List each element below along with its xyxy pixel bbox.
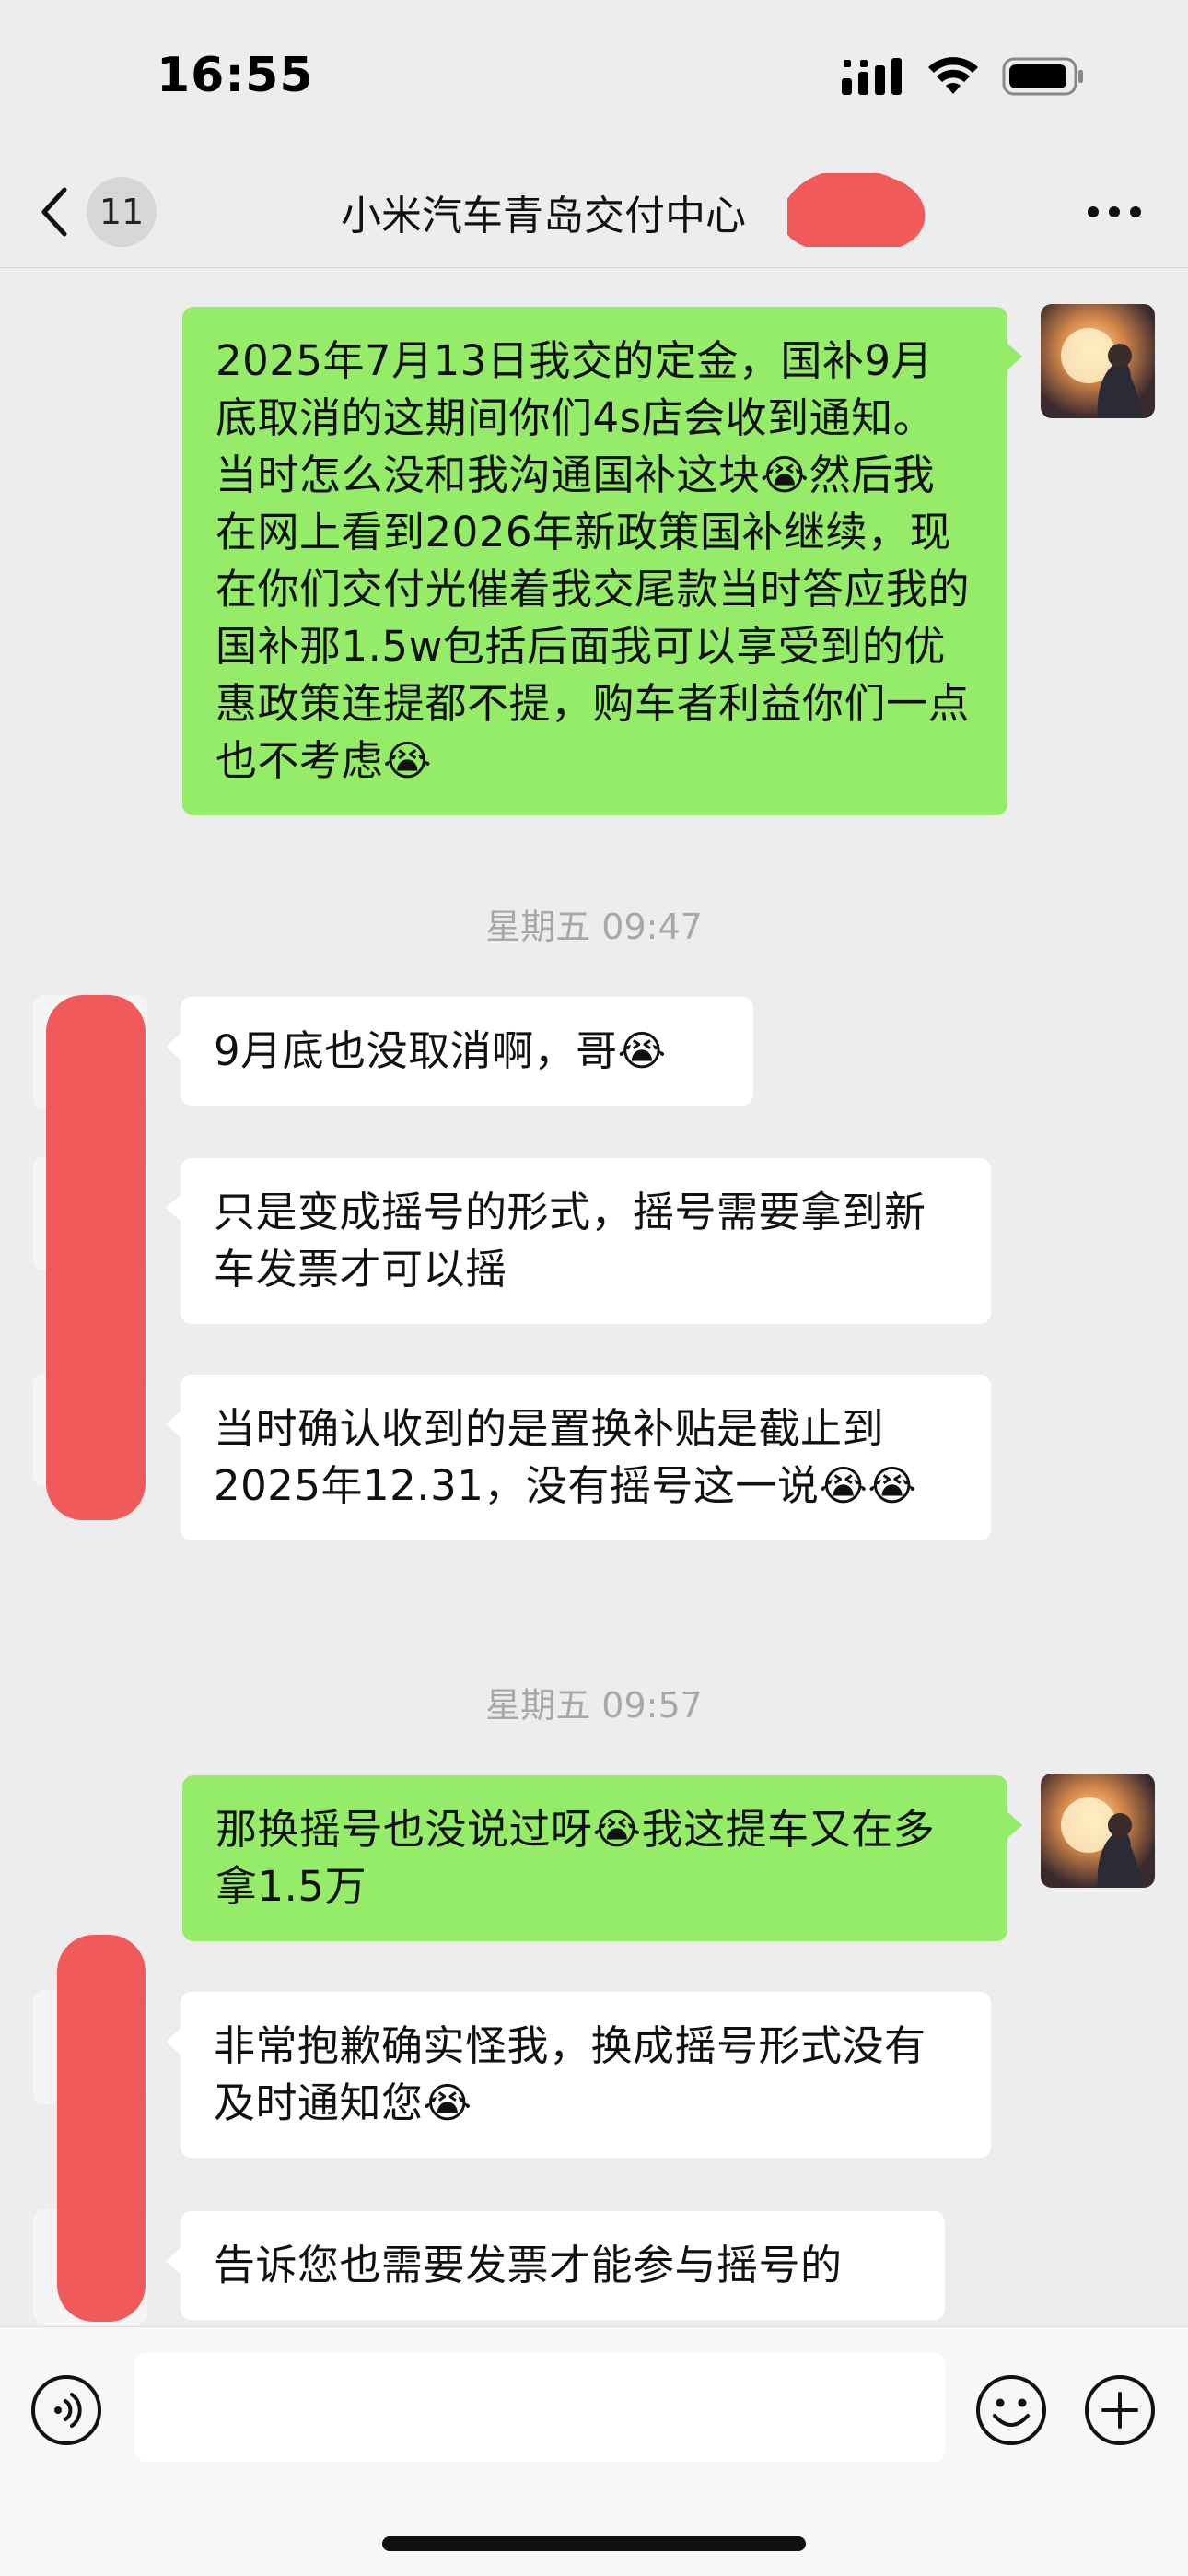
message-text: 非常抱歉确实怪我，换成摇号形式没有及时通知您😭: [214, 2021, 926, 2127]
message-text: 2025年7月13日我交的定金，国补9月底取消的这期间你们4s店会收到通知。当时…: [215, 336, 971, 785]
more-horizontal-icon: [1088, 206, 1141, 217]
status-icons: [842, 57, 1085, 96]
avatar-image: [1041, 1774, 1155, 1888]
chat-title: 小米汽车青岛交付中心: [341, 193, 746, 240]
input-bar: [0, 2326, 1188, 2576]
home-indicator: [382, 2536, 806, 2551]
status-time: 16:55: [157, 48, 314, 103]
message-text: 那换摇号也没说过呀😭我这提车又在多拿1.5万: [215, 1805, 936, 1911]
avatar-image: [1041, 304, 1155, 418]
message-text: 9月底也没取消啊，哥😭: [214, 1026, 667, 1075]
chat-header: 11 小米汽车青岛交付中心: [0, 157, 1188, 268]
emoji-button[interactable]: [974, 2373, 1048, 2447]
cellular-signal-icon: [842, 58, 902, 95]
message-bubble[interactable]: 2025年7月13日我交的定金，国补9月底取消的这期间你们4s店会收到通知。当时…: [182, 307, 1022, 815]
message-text: 告诉您也需要发票才能参与摇号的: [214, 2241, 843, 2289]
message-bubble[interactable]: 当时确认收到的是置换补贴是截止到2025年12.31，没有摇号这一说😭😭: [166, 1375, 991, 1540]
my-avatar[interactable]: [1041, 304, 1155, 418]
plus-icon: [1085, 2375, 1155, 2445]
chat-screen: 16:55 11 小米汽车青岛交付中心 2025年7月13日我交的定金，国补9月…: [0, 0, 1188, 2576]
timestamp: 星期五 09:57: [485, 1685, 703, 1726]
message-bubble[interactable]: 那换摇号也没说过呀😭我这提车又在多拿1.5万: [182, 1775, 1022, 1941]
emoji-icon: [976, 2375, 1046, 2445]
status-bar: 16:55: [0, 0, 1188, 157]
battery-icon: [1002, 57, 1083, 96]
voice-icon: [31, 2375, 101, 2445]
message-bubble[interactable]: 只是变成摇号的形式，摇号需要拿到新车发票才可以摇: [166, 1158, 991, 1324]
message-bubble[interactable]: 非常抱歉确实怪我，换成摇号形式没有及时通知您😭: [166, 1992, 991, 2158]
more-options-button[interactable]: [1077, 184, 1151, 240]
title-redaction-scribble: [787, 173, 926, 247]
more-actions-button[interactable]: [1083, 2373, 1157, 2447]
message-text: 只是变成摇号的形式，摇号需要拿到新车发票才可以摇: [214, 1188, 926, 1294]
my-avatar[interactable]: [1041, 1774, 1155, 1888]
message-bubble[interactable]: 9月底也没取消啊，哥😭: [166, 997, 753, 1106]
avatar-redaction-mark: [57, 1935, 146, 2322]
wifi-icon: [928, 57, 978, 94]
message-input[interactable]: [134, 2353, 945, 2462]
voice-button[interactable]: [29, 2373, 103, 2447]
message-text: 当时确认收到的是置换补贴是截止到2025年12.31，没有摇号这一说😭😭: [214, 1404, 917, 1510]
timestamp: 星期五 09:47: [485, 907, 703, 947]
message-bubble[interactable]: 告诉您也需要发票才能参与摇号的: [166, 2211, 945, 2320]
avatar-redaction-mark: [46, 995, 146, 1520]
